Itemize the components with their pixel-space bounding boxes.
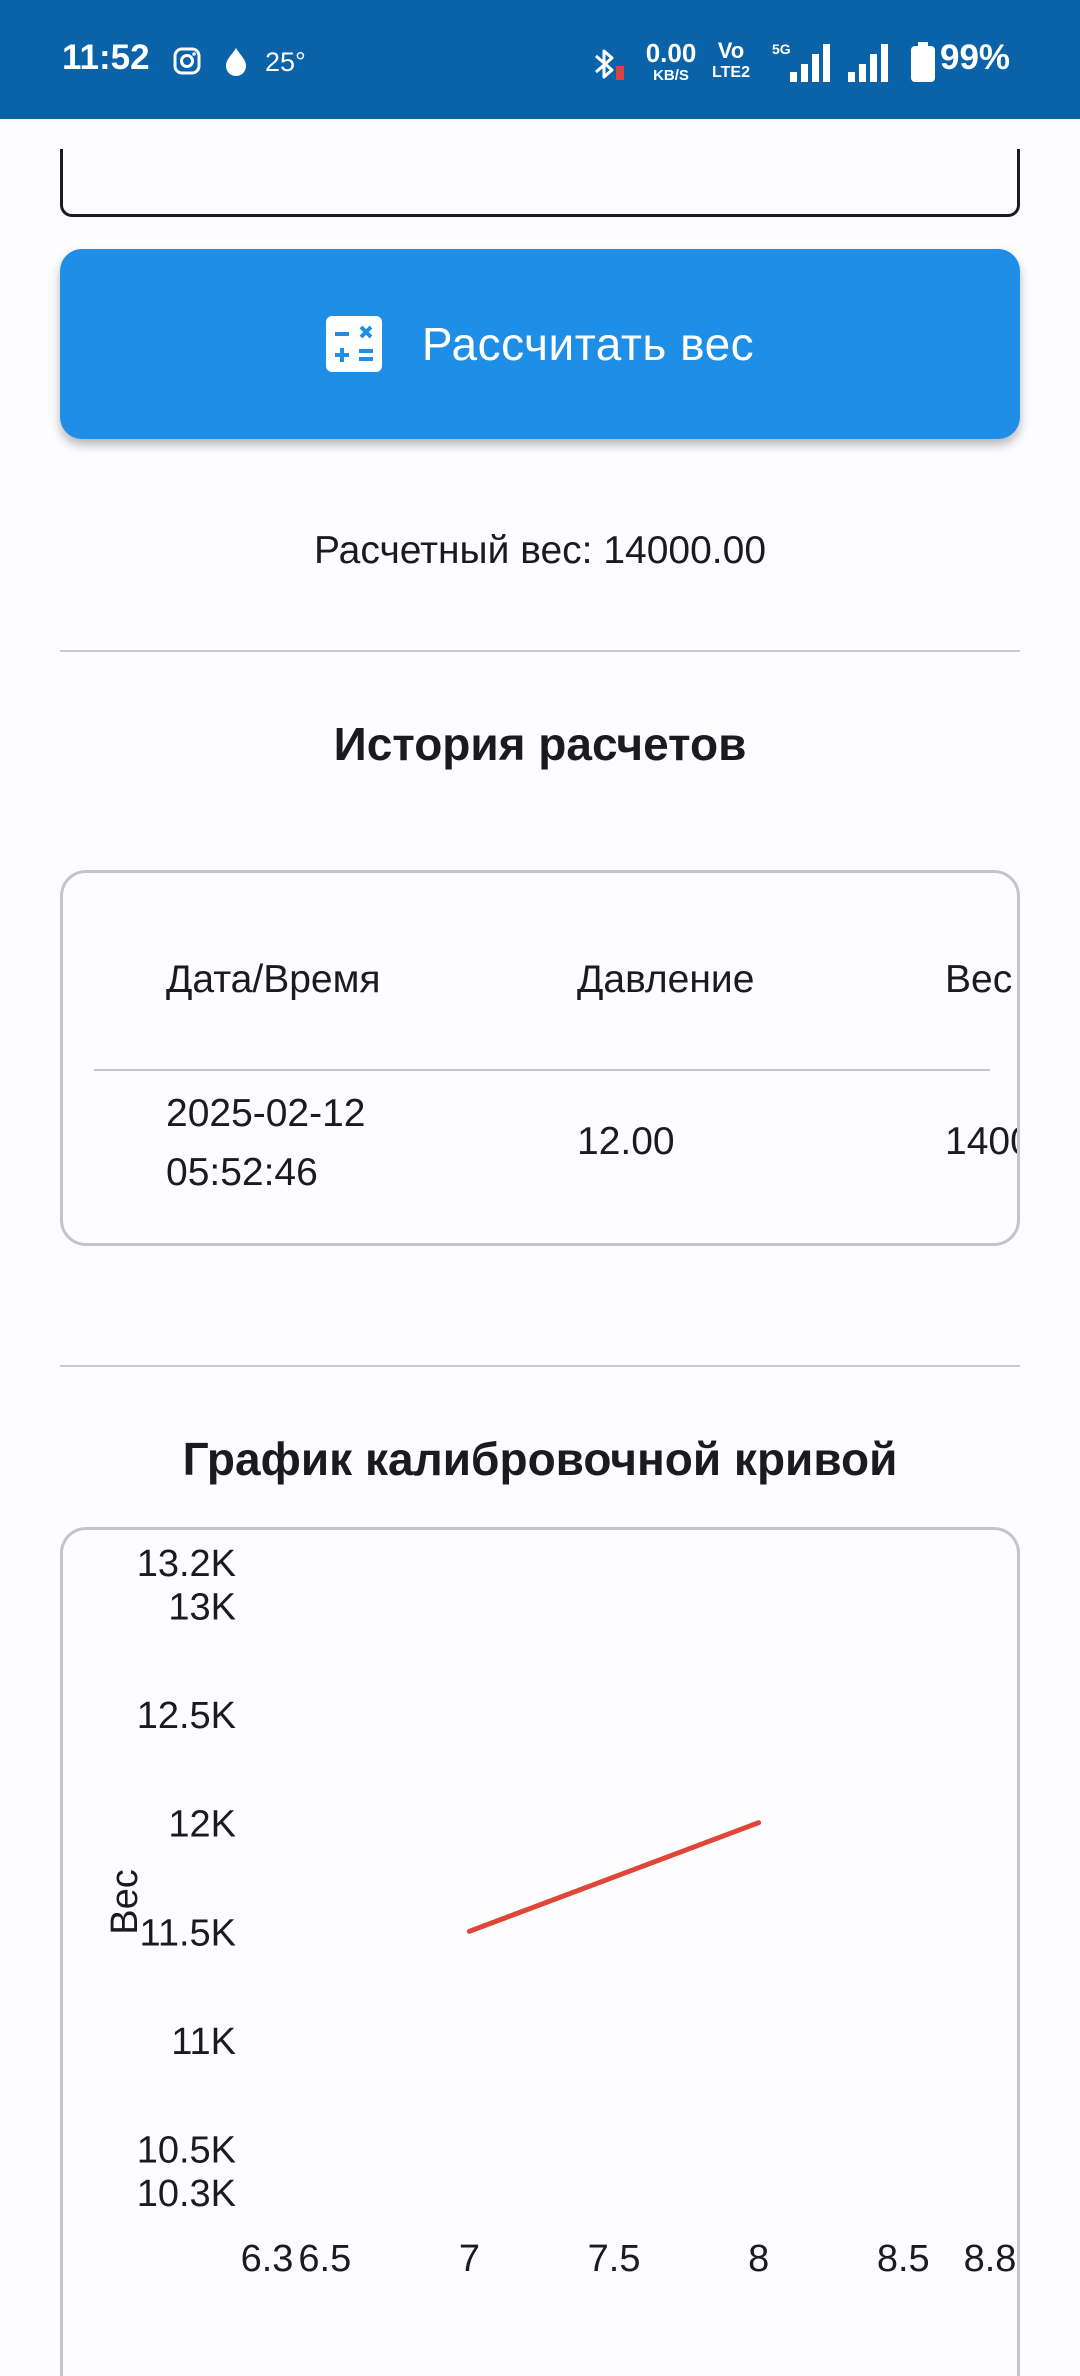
y-tick-label: 13.2K [137,1543,236,1585]
history-table[interactable]: Дата/Время Давление Вес 2025-02-12 05:52… [60,870,1020,1246]
weight-input-field[interactable] [60,149,1020,217]
calculator-icon [325,316,382,372]
battery-icon [911,42,935,82]
chart-title: График калибровочной кривой [182,1433,898,1485]
calculated-weight-result: Расчетный вес: 14000.00 [313,529,767,572]
y-tick-label: 10.5K [137,2130,236,2172]
status-time: 11:52 [62,38,150,77]
x-tick-label: 8.5 [877,2238,930,2280]
calculate-weight-label: Рассчитать вес [421,318,755,370]
y-tick-label: 11.5K [140,1912,236,1954]
column-header-pressure: Давление [577,958,755,1001]
main-content[interactable]: Рассчитать вес Расчетный вес: 14000.00 И… [0,119,1080,2376]
divider [60,1365,1020,1367]
net-speed: 0.00 KB/S [645,38,697,84]
x-tick-label: 6.5 [298,2238,351,2280]
status-temperature: 25° [265,47,306,77]
cell-weight: 14000.00 [945,1120,1017,1163]
calibration-chart-card: 13.2K 13K 12.5K 12K 11.5K 11K 10.5K 10.3K 6.3 6.5… [60,1527,1020,2376]
x-tick-label: 6.3 [241,2238,294,2280]
y-tick-label: 12.5K [137,1695,236,1737]
x-tick-label: 7 [459,2238,480,2280]
x-tick-label: 8 [748,2238,769,2280]
divider [60,650,1020,652]
table-header-divider [94,1069,990,1071]
history-title: История расчетов [333,718,747,770]
series-line-0 [466,1820,762,1934]
fire-icon [226,48,246,76]
volte-indicator: Vo LTE2 [712,38,750,81]
signal-icon: 5G [772,41,830,82]
bluetooth-icon [595,49,624,80]
instagram-icon [173,47,201,75]
network-type-label: 5G [772,41,791,57]
calibration-chart: 13.2K13K 12.5K 12K 11.5K 11K 10.5K10.3K6.3 6.5… [104,1543,1017,2280]
status-bar: 11:52 25° 0.00 KB/S Vo LTE2 5G 99% [0,0,1080,119]
y-tick-label: 10.3K [137,2173,236,2215]
x-tick-label: 8.8 [964,2238,1017,2280]
x-tick-label: 7.5 [588,2238,641,2280]
signal-icon-2 [848,44,888,82]
y-tick-label: 12K [168,1804,236,1846]
y-axis-label: Вес [104,1869,146,1934]
y-tick-label: 11K [171,2021,236,2063]
calculate-weight-button[interactable]: Рассчитать вес [60,249,1020,439]
cell-datetime: 2025-02-12 05:52:46 [166,1092,366,1194]
column-header-weight: Вес [945,958,1013,1001]
cell-pressure: 12.00 [577,1120,675,1163]
battery-percent: 99% [940,38,1011,77]
column-header-datetime: Дата/Время [166,958,381,1001]
y-tick-label: 13K [168,1586,236,1628]
